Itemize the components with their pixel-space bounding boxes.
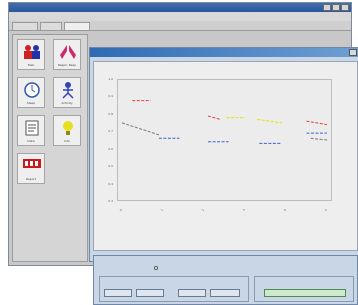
series-1-segment-3 bbox=[306, 120, 328, 126]
control-button-5[interactable] bbox=[264, 289, 346, 297]
control-button-1[interactable] bbox=[104, 289, 132, 297]
series-2-segment-2 bbox=[257, 118, 282, 124]
sidebar-tile-label: Respir. Resp bbox=[57, 63, 77, 67]
title-bar bbox=[9, 3, 351, 12]
sidebar: Task Respir. Resp Sleep Activity Data In… bbox=[12, 34, 88, 262]
plot-area bbox=[117, 79, 332, 201]
sidebar-tile-label: Data bbox=[27, 139, 35, 143]
x-tick-label: 3 bbox=[241, 208, 247, 212]
document-icon bbox=[25, 120, 39, 136]
lightbulb-icon bbox=[63, 121, 73, 135]
option-radio[interactable] bbox=[154, 266, 158, 270]
minimize-button[interactable] bbox=[323, 4, 331, 11]
sidebar-tile-sleep[interactable]: Sleep bbox=[17, 77, 45, 108]
series-4-segment-1 bbox=[121, 122, 160, 136]
chart-area: 1.0 0.9 0.8 0.7 0.6 0.5 0.4 0.3 0 1 2 3 4 5 bbox=[93, 61, 358, 251]
sidebar-tile-label: Activity bbox=[61, 101, 73, 105]
sidebar-tile-label: Info bbox=[64, 139, 70, 143]
tab-bar bbox=[9, 21, 351, 31]
x-tick-label: 0 bbox=[118, 208, 124, 212]
tab-3[interactable] bbox=[64, 22, 90, 30]
y-tick-label: 0.5 bbox=[108, 164, 113, 169]
tab-1[interactable] bbox=[12, 22, 38, 30]
controls-panel bbox=[93, 255, 358, 305]
control-button-4[interactable] bbox=[210, 289, 240, 297]
series-1-segment-2 bbox=[207, 115, 221, 120]
x-tick-label: 2 bbox=[200, 208, 206, 212]
x-tick-label: 5 bbox=[323, 208, 329, 212]
chart-dialog: 1.0 0.9 0.8 0.7 0.6 0.5 0.4 0.3 0 1 2 3 4 5 bbox=[89, 47, 358, 305]
y-tick-label: 0.8 bbox=[108, 111, 113, 116]
lungs-icon bbox=[60, 45, 76, 59]
sidebar-tile-activity[interactable]: Activity bbox=[53, 77, 81, 108]
y-tick-label: 0.7 bbox=[108, 129, 113, 134]
sidebar-tile-respiratory[interactable]: Respir. Resp bbox=[53, 39, 81, 70]
sidebar-tile-data[interactable]: Data bbox=[17, 115, 45, 146]
y-tick-label: 0.4 bbox=[108, 181, 113, 186]
dialog-close-button[interactable] bbox=[349, 49, 357, 56]
sidebar-tile-report[interactable]: Report bbox=[17, 153, 45, 184]
maximize-button[interactable] bbox=[332, 4, 340, 11]
sidebar-tile-info[interactable]: Info bbox=[53, 115, 81, 146]
app-window: Task Respir. Resp Sleep Activity Data In… bbox=[8, 2, 358, 305]
line-chart bbox=[121, 100, 328, 144]
x-tick-label: 1 bbox=[159, 208, 165, 212]
tab-2[interactable] bbox=[40, 22, 62, 30]
dialog-title-bar bbox=[90, 48, 358, 57]
y-tick-label: 1.0 bbox=[108, 77, 113, 81]
person-icon bbox=[62, 82, 74, 99]
logo-icon bbox=[23, 159, 41, 168]
sidebar-tile-task[interactable]: Task bbox=[17, 39, 45, 70]
sidebar-tile-label: Task bbox=[27, 63, 35, 67]
sidebar-tile-label: Sleep bbox=[26, 101, 36, 105]
close-button[interactable] bbox=[341, 4, 349, 11]
control-button-3[interactable] bbox=[178, 289, 206, 297]
clock-icon bbox=[24, 82, 40, 98]
y-tick-label: 0.9 bbox=[108, 94, 113, 99]
window-controls bbox=[323, 4, 349, 11]
control-button-2[interactable] bbox=[136, 289, 164, 297]
menu-bar bbox=[9, 12, 351, 21]
y-tick-label: 0.3 bbox=[108, 199, 113, 203]
series-4-segment-2 bbox=[310, 137, 328, 141]
y-tick-label: 0.6 bbox=[108, 146, 113, 151]
x-tick-label: 4 bbox=[282, 208, 288, 212]
people-group-icon bbox=[24, 45, 40, 59]
sidebar-tile-label: Report bbox=[26, 177, 36, 181]
